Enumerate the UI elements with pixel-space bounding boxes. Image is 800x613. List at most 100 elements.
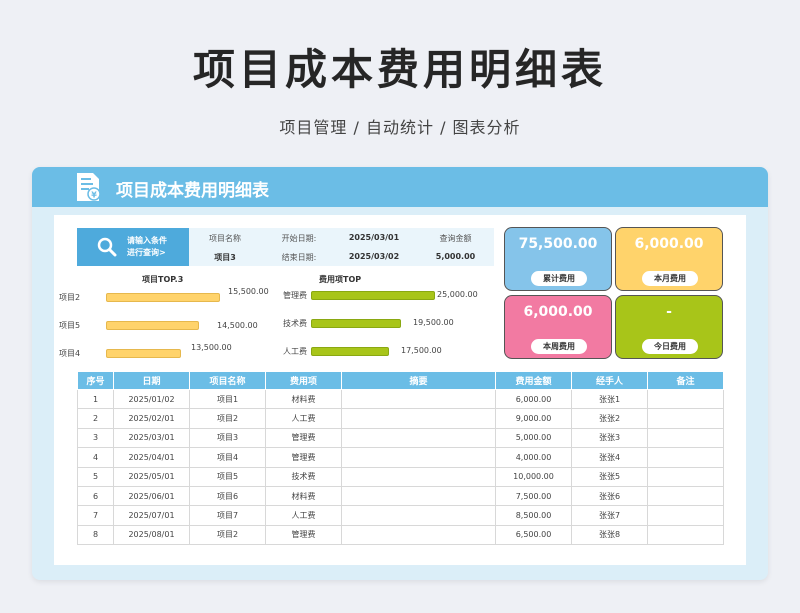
table-cell xyxy=(647,388,724,410)
table-row[interactable]: 8 2025/08/01 项目2 管理费 6,500.00 张张8 xyxy=(77,524,724,546)
table-cell: 张张1 xyxy=(571,388,648,410)
table-cell xyxy=(341,427,496,449)
project-bar xyxy=(106,349,181,358)
invoice-document-icon: ¥ xyxy=(77,173,101,201)
table-cell: 10,000.00 xyxy=(495,466,572,487)
project-bar-value: 13,500.00 xyxy=(191,343,232,352)
table-cell: 6,500.00 xyxy=(495,524,572,546)
table-row[interactable]: 4 2025/04/01 项目4 管理费 4,000.00 张张4 xyxy=(77,447,724,468)
tile-value: - xyxy=(666,304,672,320)
table-cell: 张张7 xyxy=(571,505,648,526)
expense-bar-label: 技术费 xyxy=(283,319,307,328)
summary-tile: - 今日费用 xyxy=(615,295,723,359)
table-cell xyxy=(647,427,724,449)
project-bar xyxy=(106,293,220,302)
table-cell xyxy=(647,505,724,526)
table-cell: 张张3 xyxy=(571,427,648,449)
table-row[interactable]: 6 2025/06/01 项目6 材料费 7,500.00 张张6 xyxy=(77,485,724,507)
table-cell: 2 xyxy=(77,408,114,429)
project-top-title: 项目TOP.3 xyxy=(142,275,184,284)
table-header-cell[interactable]: 费用项 xyxy=(265,371,342,390)
search-button[interactable]: 请输入条件 进行查询> xyxy=(77,228,189,266)
table-cell xyxy=(647,466,724,487)
table-cell xyxy=(341,447,496,468)
project-bar-label: 项目4 xyxy=(59,349,81,358)
project-name-value[interactable]: 项目3 xyxy=(189,252,261,263)
table-cell xyxy=(341,485,496,507)
expense-bar-value: 19,500.00 xyxy=(413,318,454,327)
table-cell xyxy=(341,388,496,410)
tile-label-button[interactable]: 累计费用 xyxy=(531,271,587,286)
project-bar-label: 项目2 xyxy=(59,293,81,302)
expense-top-title: 费用项TOP xyxy=(319,275,362,284)
tile-value: 6,000.00 xyxy=(634,236,704,252)
table-cell xyxy=(341,466,496,487)
tile-label-button[interactable]: 今日费用 xyxy=(642,339,698,354)
tile-label-button[interactable]: 本月费用 xyxy=(642,271,698,286)
table-cell: 项目5 xyxy=(189,466,266,487)
table-cell: 2025/01/02 xyxy=(113,388,190,410)
card-title: 项目成本费用明细表 xyxy=(116,181,269,201)
table-cell: 2025/06/01 xyxy=(113,485,190,507)
table-cell: 项目4 xyxy=(189,447,266,468)
project-bar xyxy=(106,321,199,330)
table-header-cell[interactable]: 序号 xyxy=(77,371,114,390)
table-cell: 材料费 xyxy=(265,485,342,507)
table-header-cell[interactable]: 项目名称 xyxy=(189,371,266,390)
table-cell: 5,000.00 xyxy=(495,427,572,449)
table-header-cell[interactable]: 经手人 xyxy=(571,371,648,390)
table-header-cell[interactable]: 备注 xyxy=(647,371,724,390)
start-date-value[interactable]: 2025/03/01 xyxy=(335,233,413,242)
table-cell: 管理费 xyxy=(265,447,342,468)
table-cell: 4 xyxy=(77,447,114,468)
start-date-label: 开始日期: xyxy=(281,234,317,243)
expense-bar-label: 人工费 xyxy=(283,347,307,356)
project-bar-value: 15,500.00 xyxy=(228,287,269,296)
table-cell xyxy=(647,408,724,429)
table-cell: 2025/08/01 xyxy=(113,524,190,546)
page-title: 项目成本费用明细表 xyxy=(192,45,607,94)
table-row[interactable]: 2 2025/02/01 项目2 人工费 9,000.00 张张2 xyxy=(77,408,724,429)
expense-bar xyxy=(311,347,389,356)
table-row[interactable]: 7 2025/07/01 项目7 人工费 8,500.00 张张7 xyxy=(77,505,724,526)
table-row[interactable]: 3 2025/03/01 项目3 管理费 5,000.00 张张3 xyxy=(77,427,724,449)
table-cell: 6,000.00 xyxy=(495,388,572,410)
table-header-cell[interactable]: 费用金额 xyxy=(495,371,572,390)
expense-bar xyxy=(311,319,401,328)
table-row[interactable]: 5 2025/05/01 项目5 技术费 10,000.00 张张5 xyxy=(77,466,724,487)
table-header-row: 序号 日期 项目名称 费用项 摘要 费用金额 经手人 备注 xyxy=(77,371,724,390)
table-cell: 2025/05/01 xyxy=(113,466,190,487)
table-cell: 3 xyxy=(77,427,114,449)
table-header-cell[interactable]: 日期 xyxy=(113,371,190,390)
project-name-label: 项目名称 xyxy=(209,234,241,243)
table-cell: 管理费 xyxy=(265,524,342,546)
end-date-label: 结束日期: xyxy=(281,253,317,262)
expense-bar xyxy=(311,291,435,300)
table-cell: 管理费 xyxy=(265,427,342,449)
table-cell: 张张5 xyxy=(571,466,648,487)
table-cell: 人工费 xyxy=(265,408,342,429)
project-bar-value: 14,500.00 xyxy=(217,321,258,330)
table-row[interactable]: 1 2025/01/02 项目1 材料费 6,000.00 张张1 xyxy=(77,388,724,410)
table-cell: 8 xyxy=(77,524,114,546)
table-cell: 技术费 xyxy=(265,466,342,487)
table-cell: 项目6 xyxy=(189,485,266,507)
table-cell: 1 xyxy=(77,388,114,410)
page-subtitle: 项目管理 / 自动统计 / 图表分析 xyxy=(279,118,521,137)
search-hint: 请输入条件 进行查询> xyxy=(127,236,167,257)
table-cell: 张张6 xyxy=(571,485,648,507)
tile-value: 75,500.00 xyxy=(518,236,598,252)
table-cell xyxy=(341,408,496,429)
expense-bar-value: 25,000.00 xyxy=(437,290,478,299)
tile-label-button[interactable]: 本周费用 xyxy=(531,339,587,354)
expense-bar-value: 17,500.00 xyxy=(401,346,442,355)
summary-tile: 6,000.00 本月费用 xyxy=(615,227,723,291)
end-date-value[interactable]: 2025/03/02 xyxy=(335,252,413,261)
table-header-cell[interactable]: 摘要 xyxy=(341,371,496,390)
table-cell: 2025/07/01 xyxy=(113,505,190,526)
table-cell: 5 xyxy=(77,466,114,487)
query-info: 项目名称 项目3 开始日期: 2025/03/01 结束日期: 2025/03/… xyxy=(189,228,494,266)
tile-value: 6,000.00 xyxy=(523,304,593,320)
table-cell: 2025/04/01 xyxy=(113,447,190,468)
table-cell: 6 xyxy=(77,485,114,507)
